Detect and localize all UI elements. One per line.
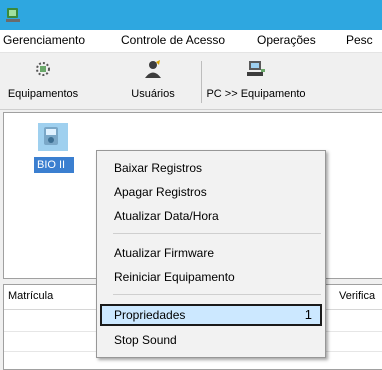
menu-item-propriedades[interactable]: Propriedades 1 [100,304,322,326]
pc-to-device-icon [247,61,265,76]
toolbar-devices-label: Equipamentos [7,88,79,100]
device-name-label[interactable]: BIO II [34,157,74,173]
toolbar-devices-button[interactable]: Equipamentos [0,53,86,109]
menu-controle-de-acesso[interactable]: Controle de Acesso [121,33,225,47]
toolbar-pc-to-device-button[interactable]: PC >> Equipamento [204,53,308,109]
toolbar: Equipamentos Usuários PC >> Equipamento [0,53,382,110]
biometric-device-icon[interactable] [38,123,68,151]
menu-item-atualizar-firmware[interactable]: Atualizar Firmware [100,242,322,264]
column-header-verificacao[interactable]: Verifica [339,290,375,302]
users-icon [145,60,161,78]
context-menu: Baixar Registros Apagar Registros Atuali… [96,150,326,358]
devices-icon [36,62,50,76]
menu-item-propriedades-label: Propriedades [114,308,186,322]
toolbar-separator [201,61,202,103]
menu-bar: Gerenciamento Controle de Acesso Operaçõ… [0,30,382,53]
menu-item-atualizar-data-hora[interactable]: Atualizar Data/Hora [100,205,322,227]
menu-pessoal[interactable]: Pesc [346,33,373,47]
toolbar-users-button[interactable]: Usuários [120,53,186,109]
menu-gerenciamento[interactable]: Gerenciamento [3,33,85,47]
toolbar-pc-to-device-label: PC >> Equipamento [206,88,306,100]
toolbar-users-label: Usuários [131,88,175,100]
menu-item-baixar-registros[interactable]: Baixar Registros [100,157,322,179]
menu-item-stop-sound[interactable]: Stop Sound [100,329,322,351]
menu-separator [113,233,321,234]
title-bar [0,0,382,30]
app-icon [6,8,20,22]
menu-item-marker: 1 [304,307,312,322]
menu-item-apagar-registros[interactable]: Apagar Registros [100,181,322,203]
menu-operacoes[interactable]: Operações [257,33,316,47]
menu-item-reiniciar-equipamento[interactable]: Reiniciar Equipamento [100,266,322,288]
column-header-matricula[interactable]: Matrícula [8,290,53,302]
menu-separator [113,294,321,295]
